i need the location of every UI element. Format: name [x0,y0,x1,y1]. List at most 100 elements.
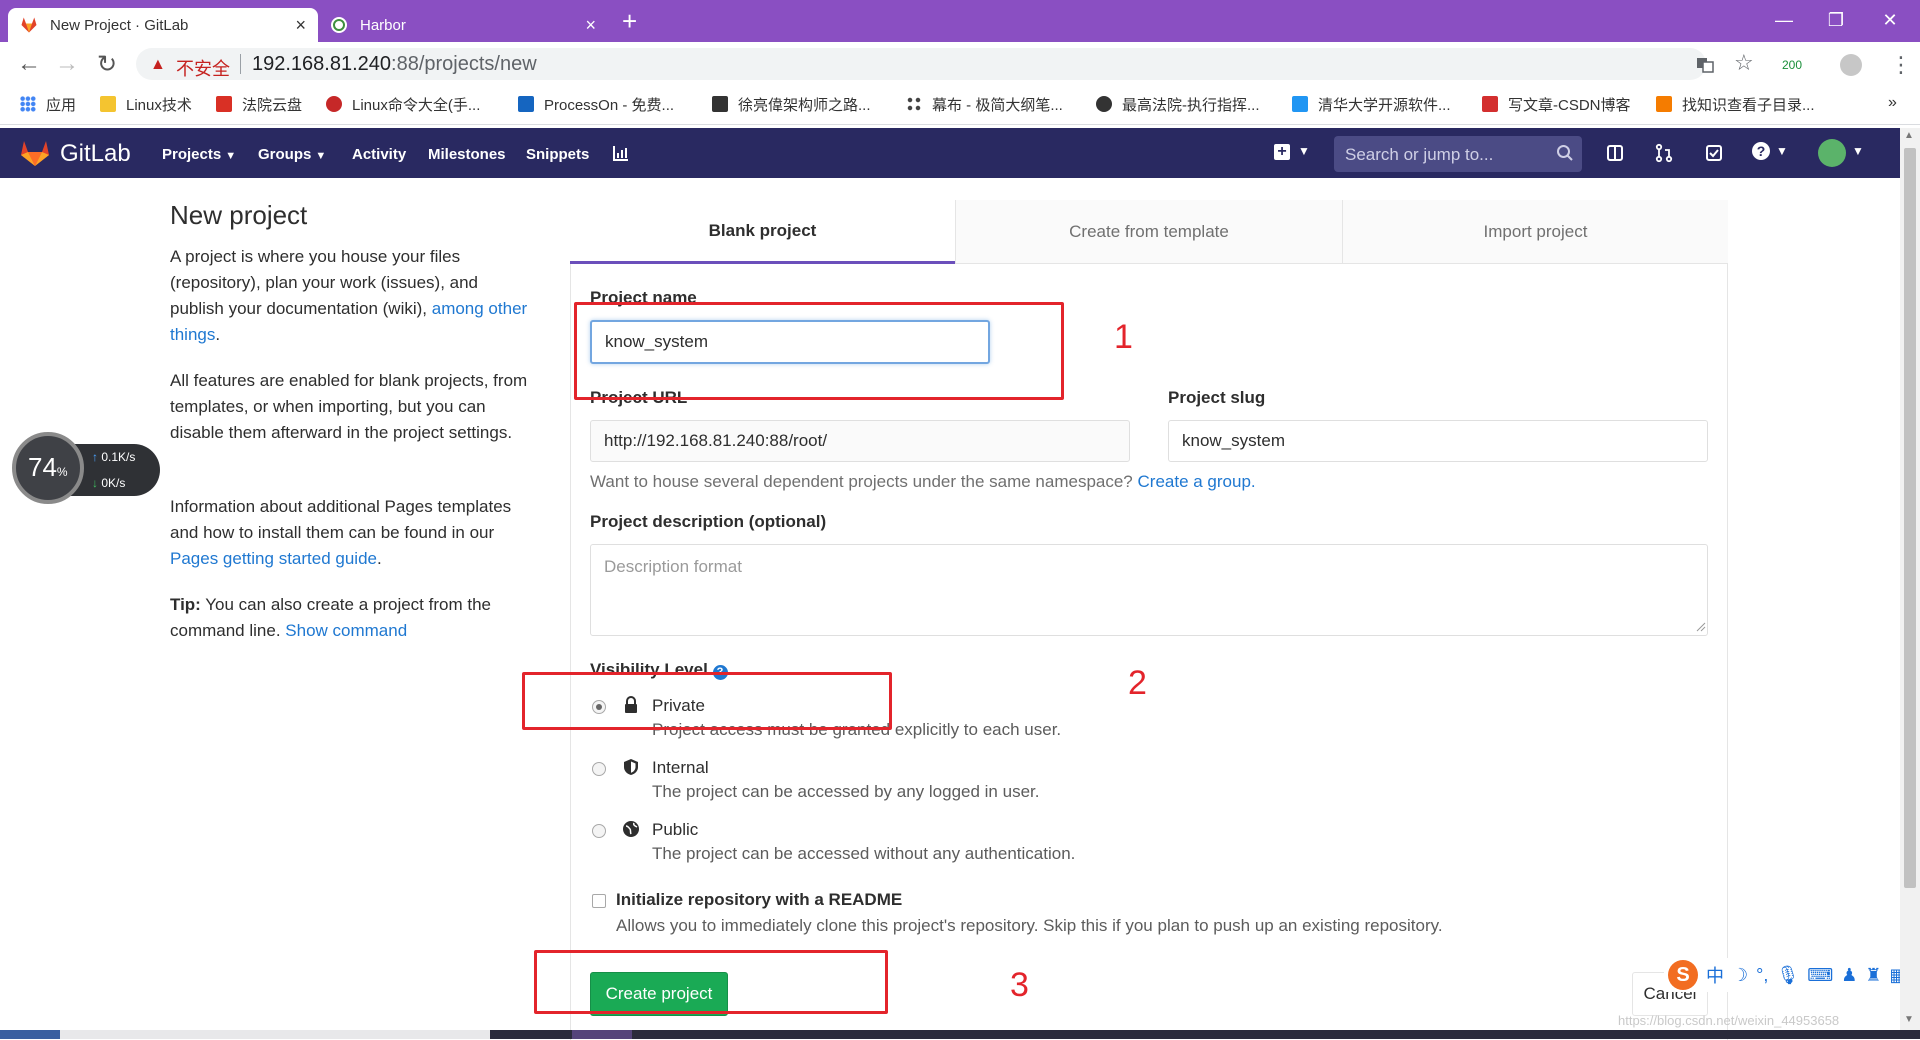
readme-desc: Allows you to immediately clone this pro… [616,916,1443,935]
search-placeholder: Search or jump to... [1345,145,1494,164]
project-slug-input[interactable]: know_system [1168,420,1708,462]
ime-language[interactable]: 中 [1706,962,1724,988]
chevron-down-icon: ▼ [315,150,327,162]
extension-badge[interactable]: 200 [1782,58,1802,72]
taskbar-search[interactable] [60,1030,490,1039]
help-icon[interactable]: ? [1752,142,1770,160]
tab-blank-project[interactable]: Blank project [570,200,955,264]
readme-label[interactable]: Initialize repository with a README [616,890,902,910]
bookmark-label: Linux技术 [126,96,192,114]
nav-snippets[interactable]: Snippets [526,146,589,163]
bookmark-item[interactable]: 最高法院-执行指挥... [1096,94,1260,114]
browser-tab-harbor[interactable]: Harbor × [318,8,608,42]
project-url-input[interactable]: http://192.168.81.240:88/root/ [590,420,1130,462]
ime-toolbar: S 中 ☽ °, 🎙 ⌨ ♟ ♜ ▦ [1664,958,1916,992]
tab-title: Harbor [360,16,406,34]
globe-icon [623,821,639,837]
visibility-internal-label[interactable]: Internal [652,758,709,778]
browser-menu-icon[interactable]: ⋮ [1890,52,1912,78]
moon-icon[interactable]: ☽ [1732,965,1748,986]
bookmark-item[interactable]: Linux技术 [100,94,192,114]
show-command-link[interactable]: Show command [285,621,407,640]
chevron-down-icon[interactable]: ▼ [1298,144,1310,158]
nav-groups[interactable]: Groups ▼ [258,146,326,163]
bookmark-item[interactable]: 清华大学开源软件... [1292,94,1451,114]
scroll-up-icon[interactable]: ▲ [1904,130,1914,141]
bookmark-star-icon[interactable]: ☆ [1734,50,1754,76]
intro-text-end: . [215,325,221,344]
gitlab-icon [20,16,38,34]
bookmark-item[interactable]: Linux命令大全(手... [326,94,480,114]
scrollbar-thumb[interactable] [1904,148,1916,888]
visibility-public-radio[interactable] [592,824,606,838]
tsinghua-mirror-icon [1292,96,1308,112]
bookmark-label: 幕布 - 极简大纲笔... [932,96,1063,114]
taskbar-start[interactable] [0,1030,60,1039]
nav-activity[interactable]: Activity [352,146,406,163]
bookmark-item[interactable]: ProcessOn - 免费... [518,94,674,114]
bookmark-label: 写文章-CSDN博客 [1508,96,1631,114]
user-avatar[interactable] [1818,139,1846,167]
close-icon[interactable]: × [295,16,306,34]
tab-import-project[interactable]: Import project [1342,200,1728,264]
back-icon[interactable]: ← [14,50,44,78]
features-paragraph: All features are enabled for blank proje… [170,371,528,442]
gitlab-logo-icon[interactable] [20,139,50,167]
bookmark-item[interactable]: 幕布 - 极简大纲笔... [906,94,1063,114]
visibility-internal-desc: The project can be accessed by any logge… [652,782,1040,801]
forward-icon[interactable]: → [52,50,82,78]
download-speed-value: 0K/s [101,476,126,490]
project-description-textarea[interactable]: Description format [590,544,1708,636]
taskbar-app[interactable] [572,1030,632,1039]
visibility-internal-radio[interactable] [592,762,606,776]
todo-check-icon[interactable] [1704,143,1724,163]
readme-checkbox[interactable] [592,894,606,908]
chevron-down-icon[interactable]: ▼ [1852,144,1864,158]
bookmark-label: 找知识查看子目录... [1682,96,1815,114]
punctuation-icon[interactable]: °, [1756,965,1768,986]
bookmark-item[interactable]: 应用 [20,94,76,114]
speed-percent-value: 74 [28,452,57,482]
resize-grip-icon[interactable] [1694,620,1706,632]
sidebar-toggle-icon[interactable] [1605,143,1625,163]
merge-request-icon[interactable] [1654,143,1674,163]
analytics-chart-icon[interactable] [612,144,630,162]
new-tab-button[interactable]: + [622,8,637,34]
pages-guide-link[interactable]: Pages getting started guide [170,549,377,568]
plus-square-icon[interactable]: + [1274,144,1290,160]
gitlab-brand[interactable]: GitLab [60,140,131,168]
search-icon [1557,145,1573,161]
keyboard-icon[interactable]: ⌨ [1807,965,1833,986]
translate-icon[interactable] [1696,56,1714,74]
user-icon[interactable]: ♟ [1841,965,1857,986]
bookmark-item[interactable]: 找知识查看子目录... [1656,94,1815,114]
visibility-public-label[interactable]: Public [652,820,698,840]
sogou-logo-icon[interactable]: S [1668,960,1698,990]
restore-icon[interactable]: ❐ [1806,0,1866,40]
arrow-up-icon: ↑ [92,450,102,464]
reload-icon[interactable]: ↻ [92,50,122,78]
tab-create-from-template[interactable]: Create from template [955,200,1342,264]
browser-tab-gitlab[interactable]: New Project · GitLab × [8,8,318,42]
bookmark-item[interactable]: 法院云盘 [216,94,302,114]
nav-projects[interactable]: Projects ▼ [162,146,236,163]
bookmark-item[interactable]: 徐亮偉架构师之路... [712,94,871,114]
window-close-icon[interactable]: ✕ [1860,0,1920,40]
nav-milestones[interactable]: Milestones [428,146,506,163]
upload-speed: ↑ 0.1K/s [92,450,135,464]
url-text[interactable]: 192.168.81.240:88/projects/new [252,53,537,76]
chevron-down-icon[interactable]: ▼ [1776,144,1788,158]
scroll-down-icon[interactable]: ▼ [1904,1014,1914,1025]
bookmark-label: 应用 [46,96,77,114]
create-group-link[interactable]: Create a group. [1138,472,1256,491]
csdn-icon [1482,96,1498,112]
microphone-icon[interactable]: 🎙 [1776,965,1799,986]
bookmarks-overflow-button[interactable]: » [1888,94,1897,112]
blog-icon [712,96,728,112]
bookmark-item[interactable]: 写文章-CSDN博客 [1482,94,1631,114]
profile-avatar-icon[interactable] [1840,54,1862,76]
processon-icon [518,96,534,112]
minimize-icon[interactable]: — [1754,0,1814,40]
skin-icon[interactable]: ♜ [1865,965,1881,986]
close-icon[interactable]: × [585,16,596,34]
